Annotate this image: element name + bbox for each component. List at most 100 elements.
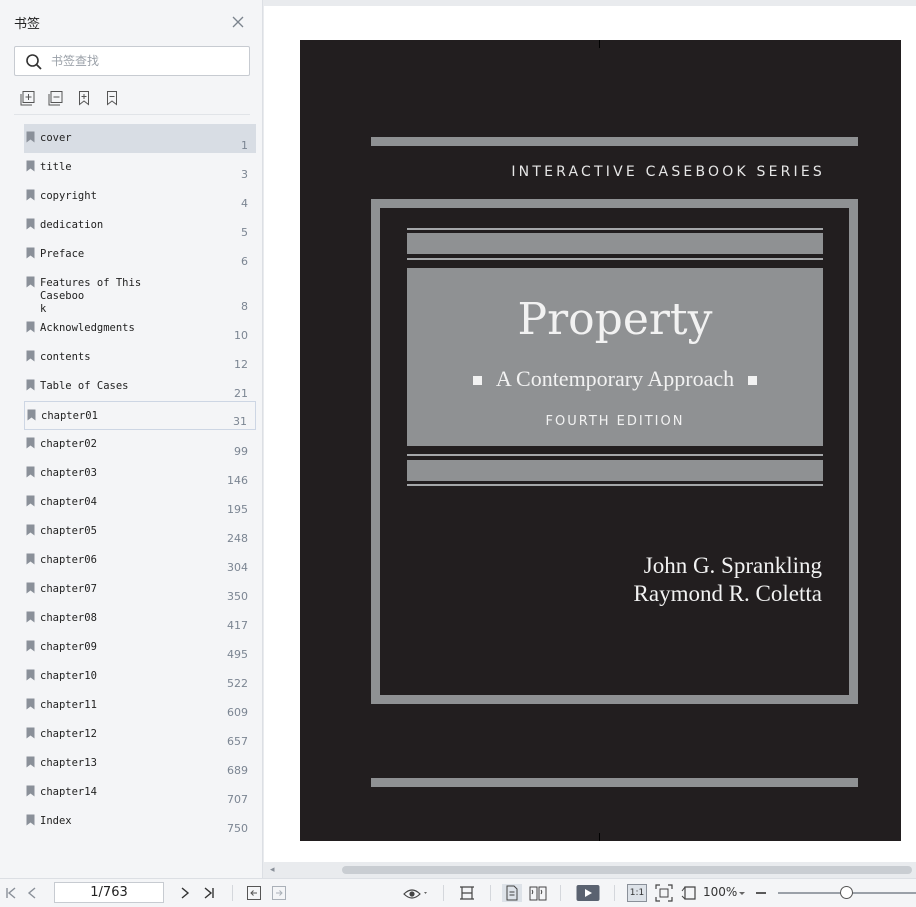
bookmark-label: chapter13 bbox=[40, 757, 97, 769]
bookmark-label: chapter12 bbox=[40, 728, 97, 740]
crop-mark bbox=[599, 40, 600, 48]
bookmark-page-number: 31 bbox=[233, 415, 247, 428]
add-bookmark-icon[interactable] bbox=[76, 90, 92, 106]
bookmark-item[interactable]: chapter08 417 bbox=[24, 604, 256, 633]
bookmark-icon bbox=[27, 409, 36, 421]
single-page-button[interactable] bbox=[502, 884, 522, 902]
scrollbar-thumb[interactable] bbox=[342, 866, 912, 874]
slideshow-play-icon[interactable] bbox=[576, 884, 600, 902]
bookmark-item[interactable]: chapter11 609 bbox=[24, 691, 256, 720]
bookmark-list: cover 1 title 3 copyright 4 dedication 5 Preface… bbox=[0, 124, 263, 836]
bookmark-label: copyright bbox=[40, 190, 97, 202]
bookmark-item[interactable]: chapter14 707 bbox=[24, 778, 256, 807]
next-page-icon[interactable] bbox=[179, 884, 191, 902]
bookmark-label: dedication bbox=[40, 219, 104, 231]
bookmark-item[interactable]: chapter10 522 bbox=[24, 662, 256, 691]
bookmark-item[interactable]: copyright 4 bbox=[24, 182, 256, 211]
book-subtitle-row: A Contemporary Approach bbox=[407, 366, 823, 392]
bookmark-item[interactable]: chapter04 195 bbox=[24, 488, 256, 517]
bookmark-item[interactable]: Preface 6 bbox=[24, 240, 256, 269]
two-page-icon[interactable] bbox=[528, 884, 548, 902]
bookmark-item[interactable]: chapter02 99 bbox=[24, 430, 256, 459]
bookmark-item[interactable]: dedication 5 bbox=[24, 211, 256, 240]
bottom-rule bbox=[371, 778, 858, 787]
bookmarks-sidebar: 书签 书签查找 cover 1 title 3 copyright 4 dedi… bbox=[0, 0, 263, 878]
bookmark-search-box[interactable] bbox=[14, 46, 250, 76]
bookmark-label: chapter05 bbox=[40, 525, 97, 537]
square-ornament bbox=[748, 376, 758, 386]
eye-view-icon[interactable] bbox=[402, 884, 430, 902]
bookmark-item[interactable]: chapter03 146 bbox=[24, 459, 256, 488]
book-edition: FOURTH EDITION bbox=[545, 414, 685, 429]
collapse-all-icon[interactable] bbox=[48, 90, 64, 106]
bookmark-label: chapter07 bbox=[40, 583, 97, 595]
bookmark-icon bbox=[26, 582, 35, 594]
bookmark-icon bbox=[26, 611, 35, 623]
bookmark-icon bbox=[26, 814, 35, 826]
bookmark-icon bbox=[26, 160, 35, 172]
bookmark-page-number: 4 bbox=[241, 197, 248, 210]
lower-band bbox=[407, 460, 823, 481]
bookmark-icon bbox=[26, 189, 35, 201]
bookmark-icon bbox=[26, 350, 35, 362]
page-number-input[interactable] bbox=[54, 882, 164, 903]
bookmark-icon bbox=[26, 756, 35, 768]
document-view[interactable]: INTERACTIVE CASEBOOK SERIES Property A C… bbox=[264, 0, 916, 862]
bookmark-search-input[interactable] bbox=[51, 51, 241, 71]
bookmark-item[interactable]: contents 12 bbox=[24, 343, 256, 372]
zoom-slider-handle[interactable] bbox=[840, 886, 853, 899]
bookmark-item[interactable]: chapter07 350 bbox=[24, 575, 256, 604]
bookmark-icon bbox=[26, 640, 35, 652]
previous-page-icon[interactable] bbox=[26, 884, 38, 902]
zoom-dropdown-icon[interactable] bbox=[737, 884, 747, 902]
first-page-icon[interactable] bbox=[4, 884, 18, 902]
bookmark-item[interactable]: Table of Cases 21 bbox=[24, 372, 256, 401]
rotate-view-icon[interactable] bbox=[681, 884, 699, 902]
zoom-out-icon[interactable] bbox=[755, 884, 767, 902]
bookmark-item[interactable]: Acknowledgments 10 bbox=[24, 314, 256, 343]
bookmark-icon bbox=[26, 698, 35, 710]
bookmark-label: Table of Cases bbox=[40, 380, 129, 392]
expand-all-icon[interactable] bbox=[20, 90, 36, 106]
bookmark-icon bbox=[26, 524, 35, 536]
close-icon[interactable] bbox=[229, 13, 247, 31]
bookmark-item[interactable]: cover 1 bbox=[24, 124, 256, 153]
rule-line bbox=[407, 454, 823, 456]
bookmark-icon bbox=[26, 321, 35, 333]
bookmark-label: chapter08 bbox=[40, 612, 97, 624]
bookmark-icon bbox=[26, 437, 35, 449]
upper-band bbox=[407, 233, 823, 254]
bookmark-label: Preface bbox=[40, 248, 85, 260]
bookmark-item[interactable]: chapter06 304 bbox=[24, 546, 256, 575]
toolbar-separator bbox=[443, 885, 444, 901]
bookmark-item[interactable]: Index 750 bbox=[24, 807, 256, 836]
bookmark-item[interactable]: chapter05 248 bbox=[24, 517, 256, 546]
remove-bookmark-icon[interactable] bbox=[104, 90, 120, 106]
bookmark-icon bbox=[26, 553, 35, 565]
crop-mark bbox=[599, 833, 600, 841]
fit-page-icon[interactable] bbox=[655, 884, 673, 902]
bookmark-page-number: 3 bbox=[241, 168, 248, 181]
previous-view-icon[interactable] bbox=[246, 884, 262, 902]
bookmark-item[interactable]: chapter12 657 bbox=[24, 720, 256, 749]
author-2: Raymond R. Coletta bbox=[633, 581, 822, 606]
search-icon bbox=[26, 54, 42, 70]
horizontal-scrollbar[interactable]: ◂ bbox=[264, 862, 916, 878]
bookmark-page-number: 8 bbox=[241, 300, 248, 313]
next-view-icon[interactable] bbox=[271, 884, 287, 902]
bookmark-page-number: 248 bbox=[227, 532, 248, 545]
bookmark-label: chapter06 bbox=[40, 554, 97, 566]
bookmark-label: chapter14 bbox=[40, 786, 97, 798]
actual-size-button[interactable]: 1:1 bbox=[627, 884, 647, 902]
bookmark-item[interactable]: Features of This Caseboo k 8 bbox=[24, 269, 256, 315]
bookmark-page-number: 5 bbox=[241, 226, 248, 239]
bookmark-item[interactable]: chapter01 31 bbox=[24, 401, 256, 430]
last-page-icon[interactable] bbox=[202, 884, 216, 902]
bookmark-label: Index bbox=[40, 815, 72, 827]
zoom-level[interactable]: 100% bbox=[703, 885, 737, 899]
bookmark-item[interactable]: chapter09 495 bbox=[24, 633, 256, 662]
scroll-left-icon[interactable]: ◂ bbox=[270, 865, 275, 875]
bookmark-item[interactable]: title 3 bbox=[24, 153, 256, 182]
bookmark-item[interactable]: chapter13 689 bbox=[24, 749, 256, 778]
fit-width-icon[interactable] bbox=[458, 884, 476, 902]
